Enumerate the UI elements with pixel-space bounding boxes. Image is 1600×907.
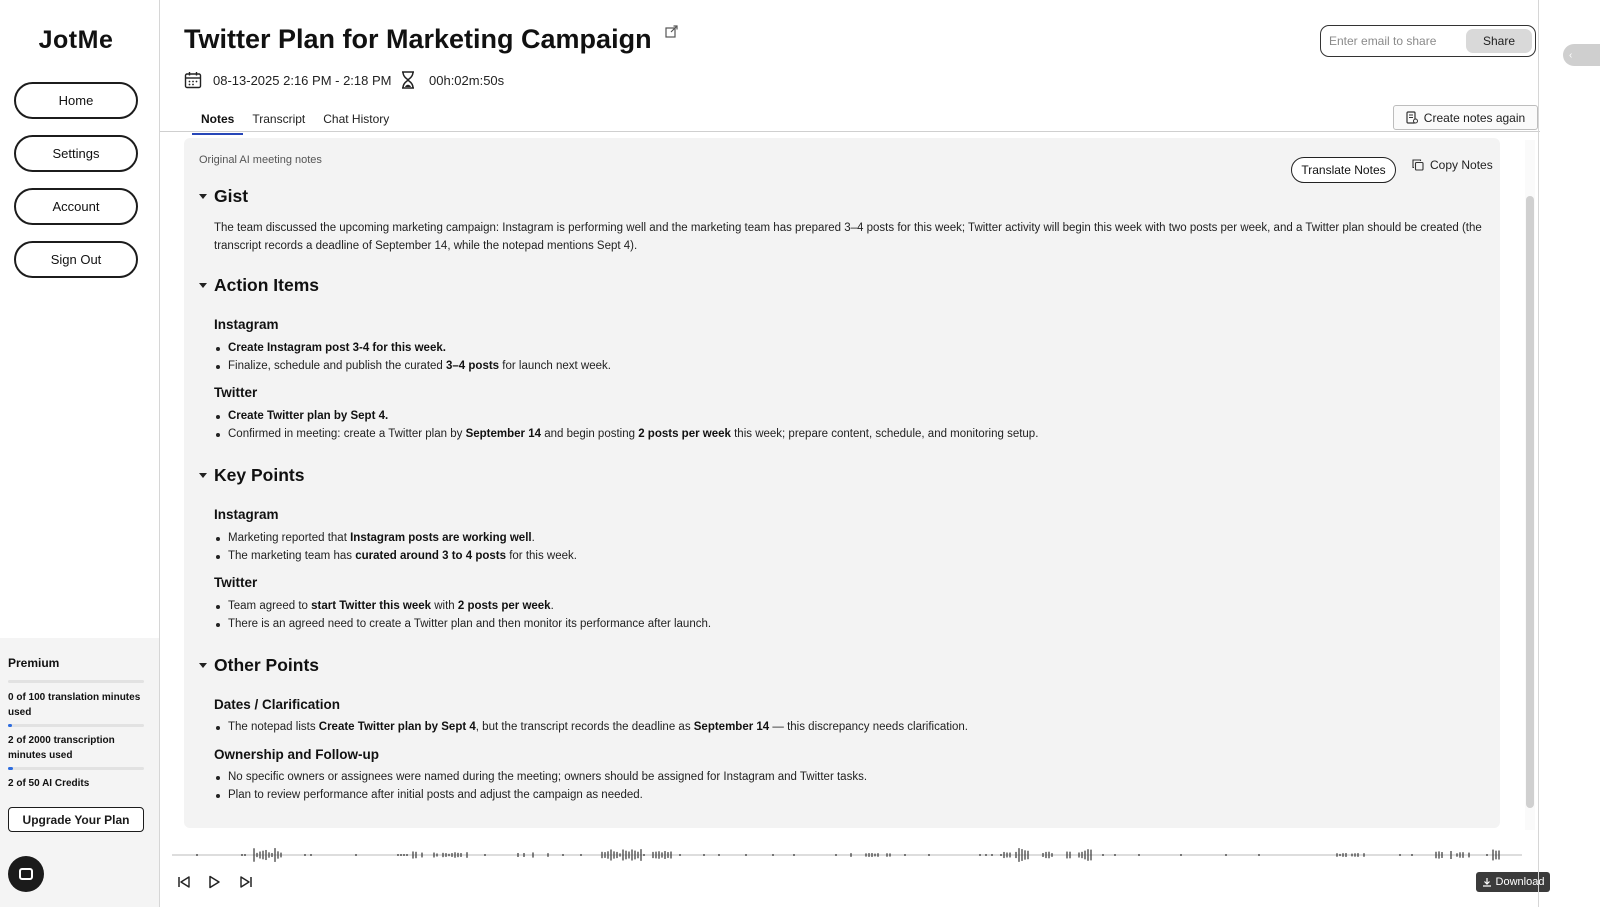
- edit-title-icon[interactable]: [665, 25, 678, 38]
- action-items-heading-text: Action Items: [214, 275, 320, 295]
- sign-out-button[interactable]: Sign Out: [14, 241, 138, 278]
- ai-credits-usage-bar: [8, 767, 144, 770]
- copy-notes-button[interactable]: Copy Notes: [1412, 158, 1493, 172]
- ownership-list: No specific owners or assignees were nam…: [214, 769, 867, 804]
- chevron-left-icon: ‹: [1569, 49, 1573, 61]
- download-icon: [1482, 878, 1491, 887]
- copy-icon: [1412, 159, 1424, 171]
- meeting-datetime: 08-13-2025 2:16 PM - 2:18 PM: [213, 72, 392, 88]
- other-points-heading[interactable]: Other Points: [199, 655, 319, 676]
- calendar-icon: [184, 72, 202, 89]
- caret-down-icon: [199, 473, 207, 478]
- share-button[interactable]: Share: [1466, 29, 1532, 53]
- key-twitter-heading: Twitter: [214, 575, 258, 590]
- list-item: Marketing reported that Instagram posts …: [214, 530, 577, 548]
- main-content: Twitter Plan for Marketing Campaign 08-1…: [160, 0, 1600, 907]
- right-divider: [1538, 0, 1539, 907]
- list-item: Team agreed to start Twitter this week w…: [214, 598, 711, 616]
- list-item: The notepad lists Create Twitter plan by…: [214, 719, 968, 737]
- list-item: The marketing team has curated around 3 …: [214, 548, 577, 566]
- dates-clarification-list: The notepad lists Create Twitter plan by…: [214, 719, 968, 737]
- gist-heading-text: Gist: [214, 186, 249, 206]
- notes-source-label: Original AI meeting notes: [199, 154, 322, 166]
- share-box: Share: [1320, 25, 1536, 57]
- caret-down-icon: [199, 194, 207, 199]
- ownership-heading: Ownership and Follow-up: [214, 747, 379, 762]
- upgrade-plan-button[interactable]: Upgrade Your Plan: [8, 807, 144, 832]
- gist-heading[interactable]: Gist: [199, 186, 248, 207]
- caret-down-icon: [199, 283, 207, 288]
- skip-back-icon[interactable]: [176, 874, 192, 890]
- scrollbar-thumb[interactable]: [1526, 196, 1534, 808]
- action-twitter-heading: Twitter: [214, 385, 258, 400]
- meeting-date: 08-13-2025 2:16 PM - 2:18 PM: [184, 71, 392, 89]
- header-divider: [160, 131, 1540, 132]
- key-instagram-heading: Instagram: [214, 507, 279, 522]
- list-item: Finalize, schedule and publish the curat…: [214, 358, 611, 376]
- plan-name: Premium: [8, 656, 60, 670]
- gist-text: The team discussed the upcoming marketin…: [214, 222, 1482, 252]
- notes-scrollbar[interactable]: [1525, 140, 1535, 830]
- key-points-heading[interactable]: Key Points: [199, 465, 304, 486]
- app-logo: JotMe: [38, 26, 114, 54]
- skip-forward-icon[interactable]: [238, 874, 254, 890]
- translation-usage-text: 0 of 100 translation minutes used: [8, 692, 141, 718]
- translation-usage-bar: [8, 680, 144, 683]
- ai-credits-usage-text: 2 of 50 AI Credits: [8, 778, 90, 789]
- notes-panel: Original AI meeting notes Translate Note…: [184, 138, 1500, 828]
- dates-clarification-heading: Dates / Clarification: [214, 697, 341, 712]
- list-item: Plan to review performance after initial…: [214, 787, 867, 805]
- action-instagram-heading: Instagram: [214, 317, 279, 332]
- hourglass-icon: [402, 71, 414, 89]
- action-items-heading[interactable]: Action Items: [199, 275, 319, 296]
- other-points-heading-text: Other Points: [214, 655, 320, 675]
- account-button[interactable]: Account: [14, 188, 138, 225]
- key-twitter-list: Team agreed to start Twitter this week w…: [214, 598, 711, 633]
- create-notes-again-label: Create notes again: [1423, 110, 1526, 125]
- share-email-input[interactable]: [1329, 31, 1467, 51]
- key-instagram-list: Marketing reported that Instagram posts …: [214, 530, 577, 565]
- list-item: Create Instagram post 3-4 for this week.: [214, 340, 611, 358]
- transcription-usage-bar: [8, 724, 144, 727]
- caret-down-icon: [199, 663, 207, 668]
- translate-notes-button[interactable]: Translate Notes: [1291, 157, 1396, 183]
- page-title: Twitter Plan for Marketing Campaign: [184, 24, 652, 54]
- meeting-duration: 00h:02m:50s: [400, 71, 504, 89]
- list-item: Confirmed in meeting: create a Twitter p…: [214, 426, 1038, 444]
- copy-notes-label: Copy Notes: [1430, 158, 1493, 172]
- action-twitter-list: Create Twitter plan by Sept 4. Confirmed…: [214, 408, 1038, 443]
- chat-icon: [19, 868, 33, 880]
- list-item: No specific owners or assignees were nam…: [214, 769, 867, 787]
- duration-value: 00h:02m:50s: [429, 72, 505, 88]
- play-icon[interactable]: [206, 874, 222, 890]
- list-item: Create Twitter plan by Sept 4.: [214, 408, 1038, 426]
- action-instagram-list: Create Instagram post 3-4 for this week.…: [214, 340, 611, 375]
- settings-button[interactable]: Settings: [14, 135, 138, 172]
- plan-panel: Premium 0 of 100 translation minutes use…: [0, 638, 159, 907]
- audio-waveform[interactable]: [172, 840, 1522, 870]
- key-points-heading-text: Key Points: [214, 465, 305, 485]
- create-notes-again-button[interactable]: Create notes again: [1393, 105, 1538, 130]
- side-panel-toggle[interactable]: ‹: [1563, 44, 1600, 66]
- home-button[interactable]: Home: [14, 82, 138, 119]
- list-item: There is an agreed need to create a Twit…: [214, 616, 711, 634]
- sidebar: JotMe Home Settings Account Sign Out Pre…: [0, 0, 160, 907]
- notes-refresh-icon: [1406, 111, 1418, 124]
- transcription-usage-text: 2 of 2000 transcription minutes used: [8, 735, 115, 761]
- chat-support-button[interactable]: [8, 856, 44, 892]
